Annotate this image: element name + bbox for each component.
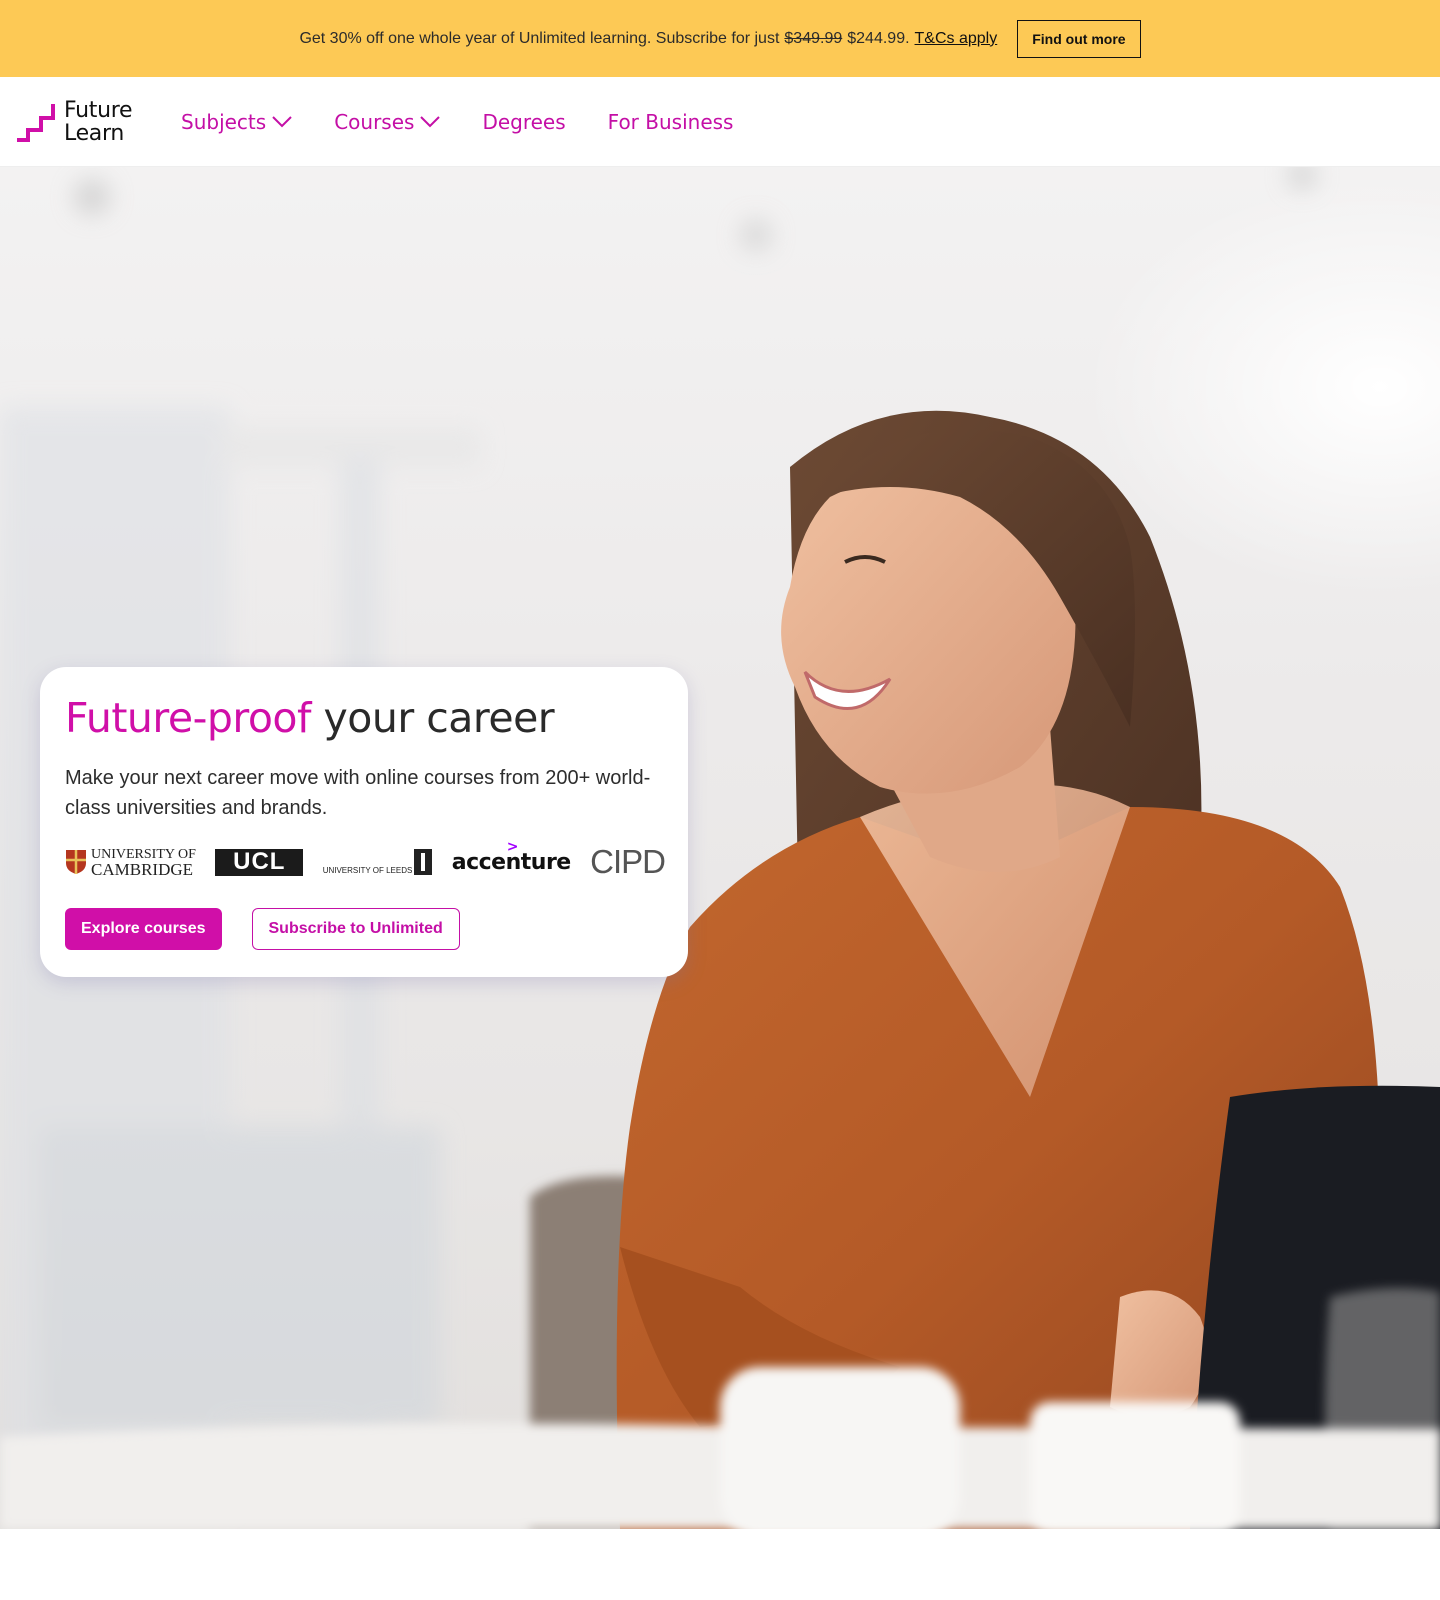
site-header: Future Learn Subjects Courses Degrees Fo…	[0, 77, 1440, 167]
hero-card: Future-proof your career Make your next …	[40, 667, 688, 977]
logo-line-2: Learn	[64, 121, 124, 146]
find-out-more-button[interactable]: Find out more	[1017, 19, 1141, 58]
terms-link[interactable]: T&Cs apply	[915, 30, 998, 48]
promo-new-price: $244.99.	[847, 29, 910, 47]
explore-courses-button[interactable]: Explore courses	[65, 908, 222, 950]
hero-title-accent: Future-proof	[65, 694, 311, 742]
logo-line-1: Future	[64, 98, 133, 123]
cambridge-crest-icon	[66, 850, 86, 874]
nav-courses[interactable]: Courses	[334, 110, 441, 134]
leeds-logo: UNIVERSITY OF LEEDS	[323, 849, 433, 875]
cambridge-logo: UNIVERSITY OF CAMBRIDGE	[65, 847, 196, 879]
nav-business-label: For Business	[607, 110, 734, 134]
ucl-logo: UCL	[215, 848, 304, 876]
accenture-logo: > accenture	[452, 839, 571, 875]
subscribe-unlimited-button[interactable]: Subscribe to Unlimited	[251, 908, 460, 950]
cambridge-line-2: CAMBRIDGE	[91, 859, 194, 879]
promo-banner: Get 30% off one whole year of Unlimited …	[0, 0, 1440, 77]
hero-actions: Explore courses Subscribe to Unlimited	[65, 908, 460, 950]
nav-degrees-label: Degrees	[482, 110, 566, 134]
partner-logos: UNIVERSITY OF CAMBRIDGE UCL UNIVERSITY O…	[65, 839, 666, 880]
promo-text: Get 30% off one whole year of Unlimited …	[299, 29, 780, 47]
hero-title: Future-proof your career	[65, 693, 663, 743]
chevron-down-icon	[272, 116, 292, 128]
logo-wordmark: Future Learn	[64, 98, 133, 146]
nav-courses-label: Courses	[334, 110, 415, 134]
nav-for-business[interactable]: For Business	[608, 110, 734, 134]
logo-steps-icon	[17, 104, 55, 142]
promo-message: Get 30% off one whole year of Unlimited …	[299, 30, 997, 48]
leeds-text: UNIVERSITY OF LEEDS	[322, 866, 413, 875]
main-nav: Subjects Courses Degrees For Business	[181, 77, 775, 167]
futurelearn-logo[interactable]: Future Learn	[16, 98, 133, 146]
nav-subjects-label: Subjects	[181, 110, 267, 134]
hero-section: Future-proof your career Make your next …	[0, 167, 1440, 1529]
hero-description: Make your next career move with online c…	[65, 767, 651, 819]
cipd-logo: CIPD	[590, 843, 666, 880]
promo-old-price: $349.99	[784, 29, 843, 47]
leeds-tower-icon	[414, 849, 433, 875]
nav-degrees[interactable]: Degrees	[482, 110, 565, 134]
nav-subjects[interactable]: Subjects	[181, 110, 292, 134]
chevron-down-icon	[420, 116, 441, 128]
hero-title-rest: your career	[323, 694, 555, 742]
accenture-mark: >	[506, 838, 519, 855]
